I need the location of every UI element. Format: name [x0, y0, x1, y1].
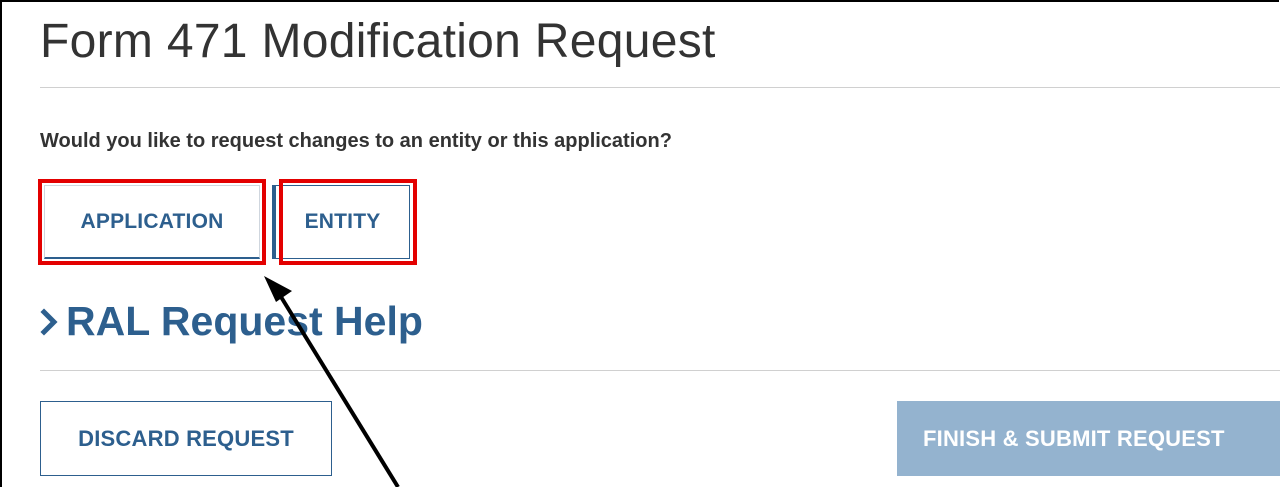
ral-request-help-toggle[interactable]: RAL Request Help [40, 298, 423, 345]
help-divider [40, 370, 1280, 371]
ral-request-help-label: RAL Request Help [66, 298, 423, 344]
application-button[interactable]: APPLICATION [44, 185, 260, 259]
title-divider [40, 87, 1280, 88]
chevron-right-icon [40, 307, 58, 336]
entity-button[interactable]: ENTITY [272, 185, 410, 259]
page-title: Form 471 Modification Request [40, 15, 716, 68]
modification-question: Would you like to request changes to an … [40, 130, 672, 152]
finish-submit-request-button[interactable]: FINISH & SUBMIT REQUEST [897, 401, 1280, 476]
discard-request-button[interactable]: DISCARD REQUEST [40, 401, 332, 476]
